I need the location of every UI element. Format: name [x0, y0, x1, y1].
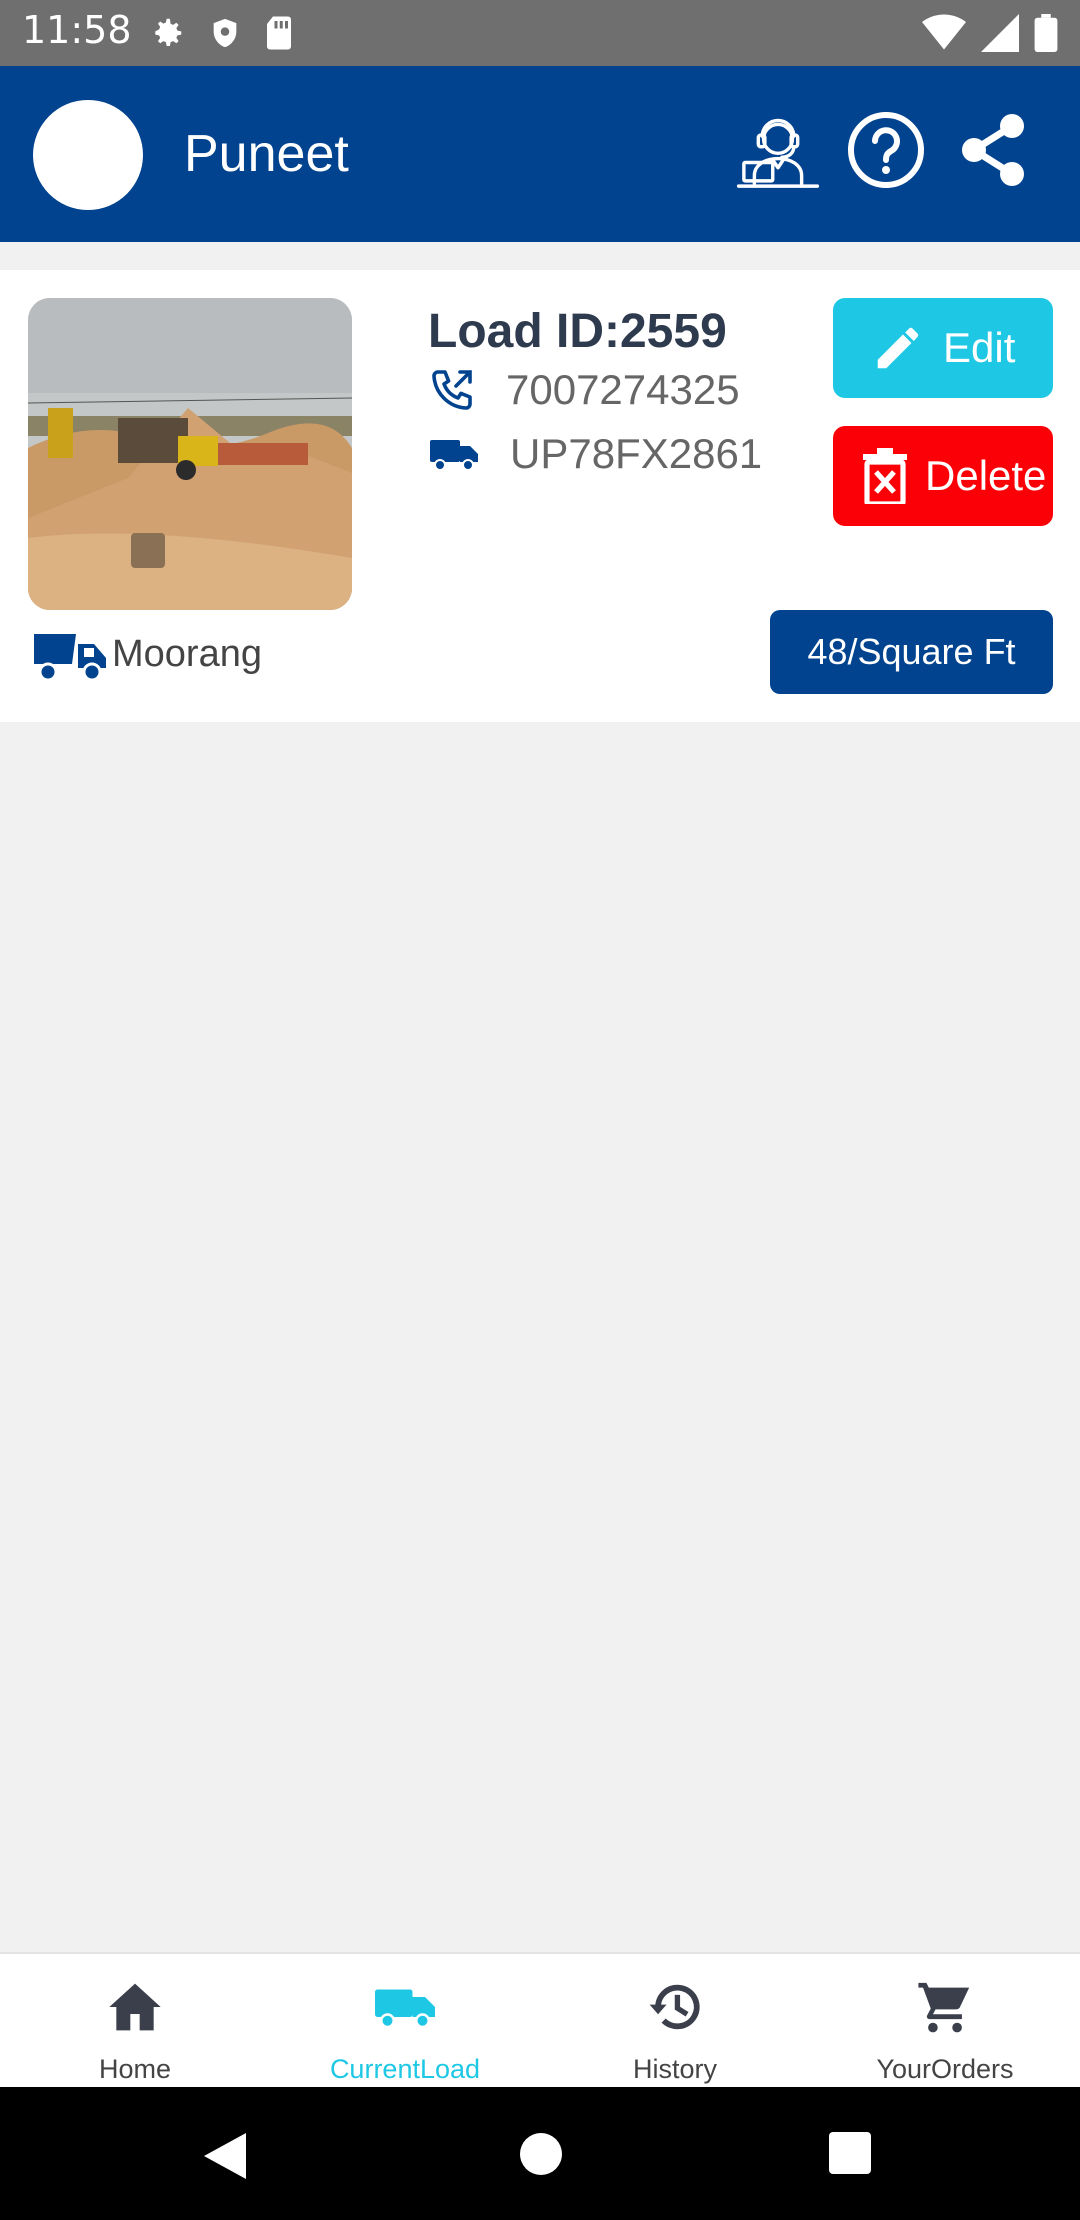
help-icon[interactable]	[846, 110, 926, 190]
history-icon	[649, 1984, 700, 2030]
status-bar: 11:58	[0, 0, 1080, 66]
user-name: Puneet	[184, 125, 349, 183]
bottom-nav: Home CurrentLoad History YourOrders	[0, 1952, 1080, 2087]
material-name: Moorang	[112, 632, 262, 675]
dump-truck-icon	[34, 634, 106, 682]
nav-currentload[interactable]: CurrentLoad	[270, 1954, 540, 2087]
sd-card-icon	[267, 16, 291, 50]
system-nav-bar	[0, 2087, 1080, 2220]
nav-home[interactable]: Home	[0, 1954, 270, 2087]
shield-icon	[213, 18, 237, 48]
truck-icon	[375, 1989, 435, 2029]
settings-icon	[155, 18, 182, 46]
material-row: Moorang	[30, 626, 262, 682]
vehicle-number: UP78FX2861	[510, 430, 763, 477]
nav-history[interactable]: History	[540, 1954, 810, 2087]
support-agent-icon[interactable]	[736, 110, 820, 194]
home-circle-icon[interactable]	[519, 2132, 563, 2176]
phone-row[interactable]: 7007274325	[428, 366, 740, 414]
nav-yourorders[interactable]: YourOrders	[810, 1954, 1080, 2087]
delete-button[interactable]: Delete	[833, 426, 1053, 526]
sand-mining-photo	[28, 298, 352, 610]
edit-button[interactable]: Edit	[833, 298, 1053, 398]
signal-icon	[981, 14, 1019, 52]
status-time: 11:58	[22, 8, 132, 52]
vehicle-row: UP78FX2861	[428, 430, 762, 478]
cart-icon	[918, 1982, 970, 2033]
avatar[interactable]	[33, 100, 143, 210]
load-id: Load ID:2559	[428, 305, 727, 358]
delete-icon	[863, 448, 907, 504]
load-photo[interactable]	[28, 298, 352, 610]
recents-icon[interactable]	[829, 2132, 871, 2174]
share-icon[interactable]	[956, 110, 1028, 190]
app-header: Puneet	[0, 66, 1080, 242]
phone-call-icon	[432, 370, 472, 410]
rate-badge[interactable]: 48/Square Ft	[770, 610, 1053, 694]
pencil-icon	[877, 327, 919, 369]
wifi-icon	[922, 14, 966, 50]
truck-icon	[430, 440, 478, 471]
home-icon	[109, 1983, 161, 2031]
load-card[interactable]: Load ID:2559 7007274325 UP78FX2861 Edit …	[0, 270, 1080, 722]
back-icon[interactable]	[202, 2131, 248, 2181]
battery-icon	[1034, 14, 1058, 52]
phone-number: 7007274325	[506, 366, 740, 413]
